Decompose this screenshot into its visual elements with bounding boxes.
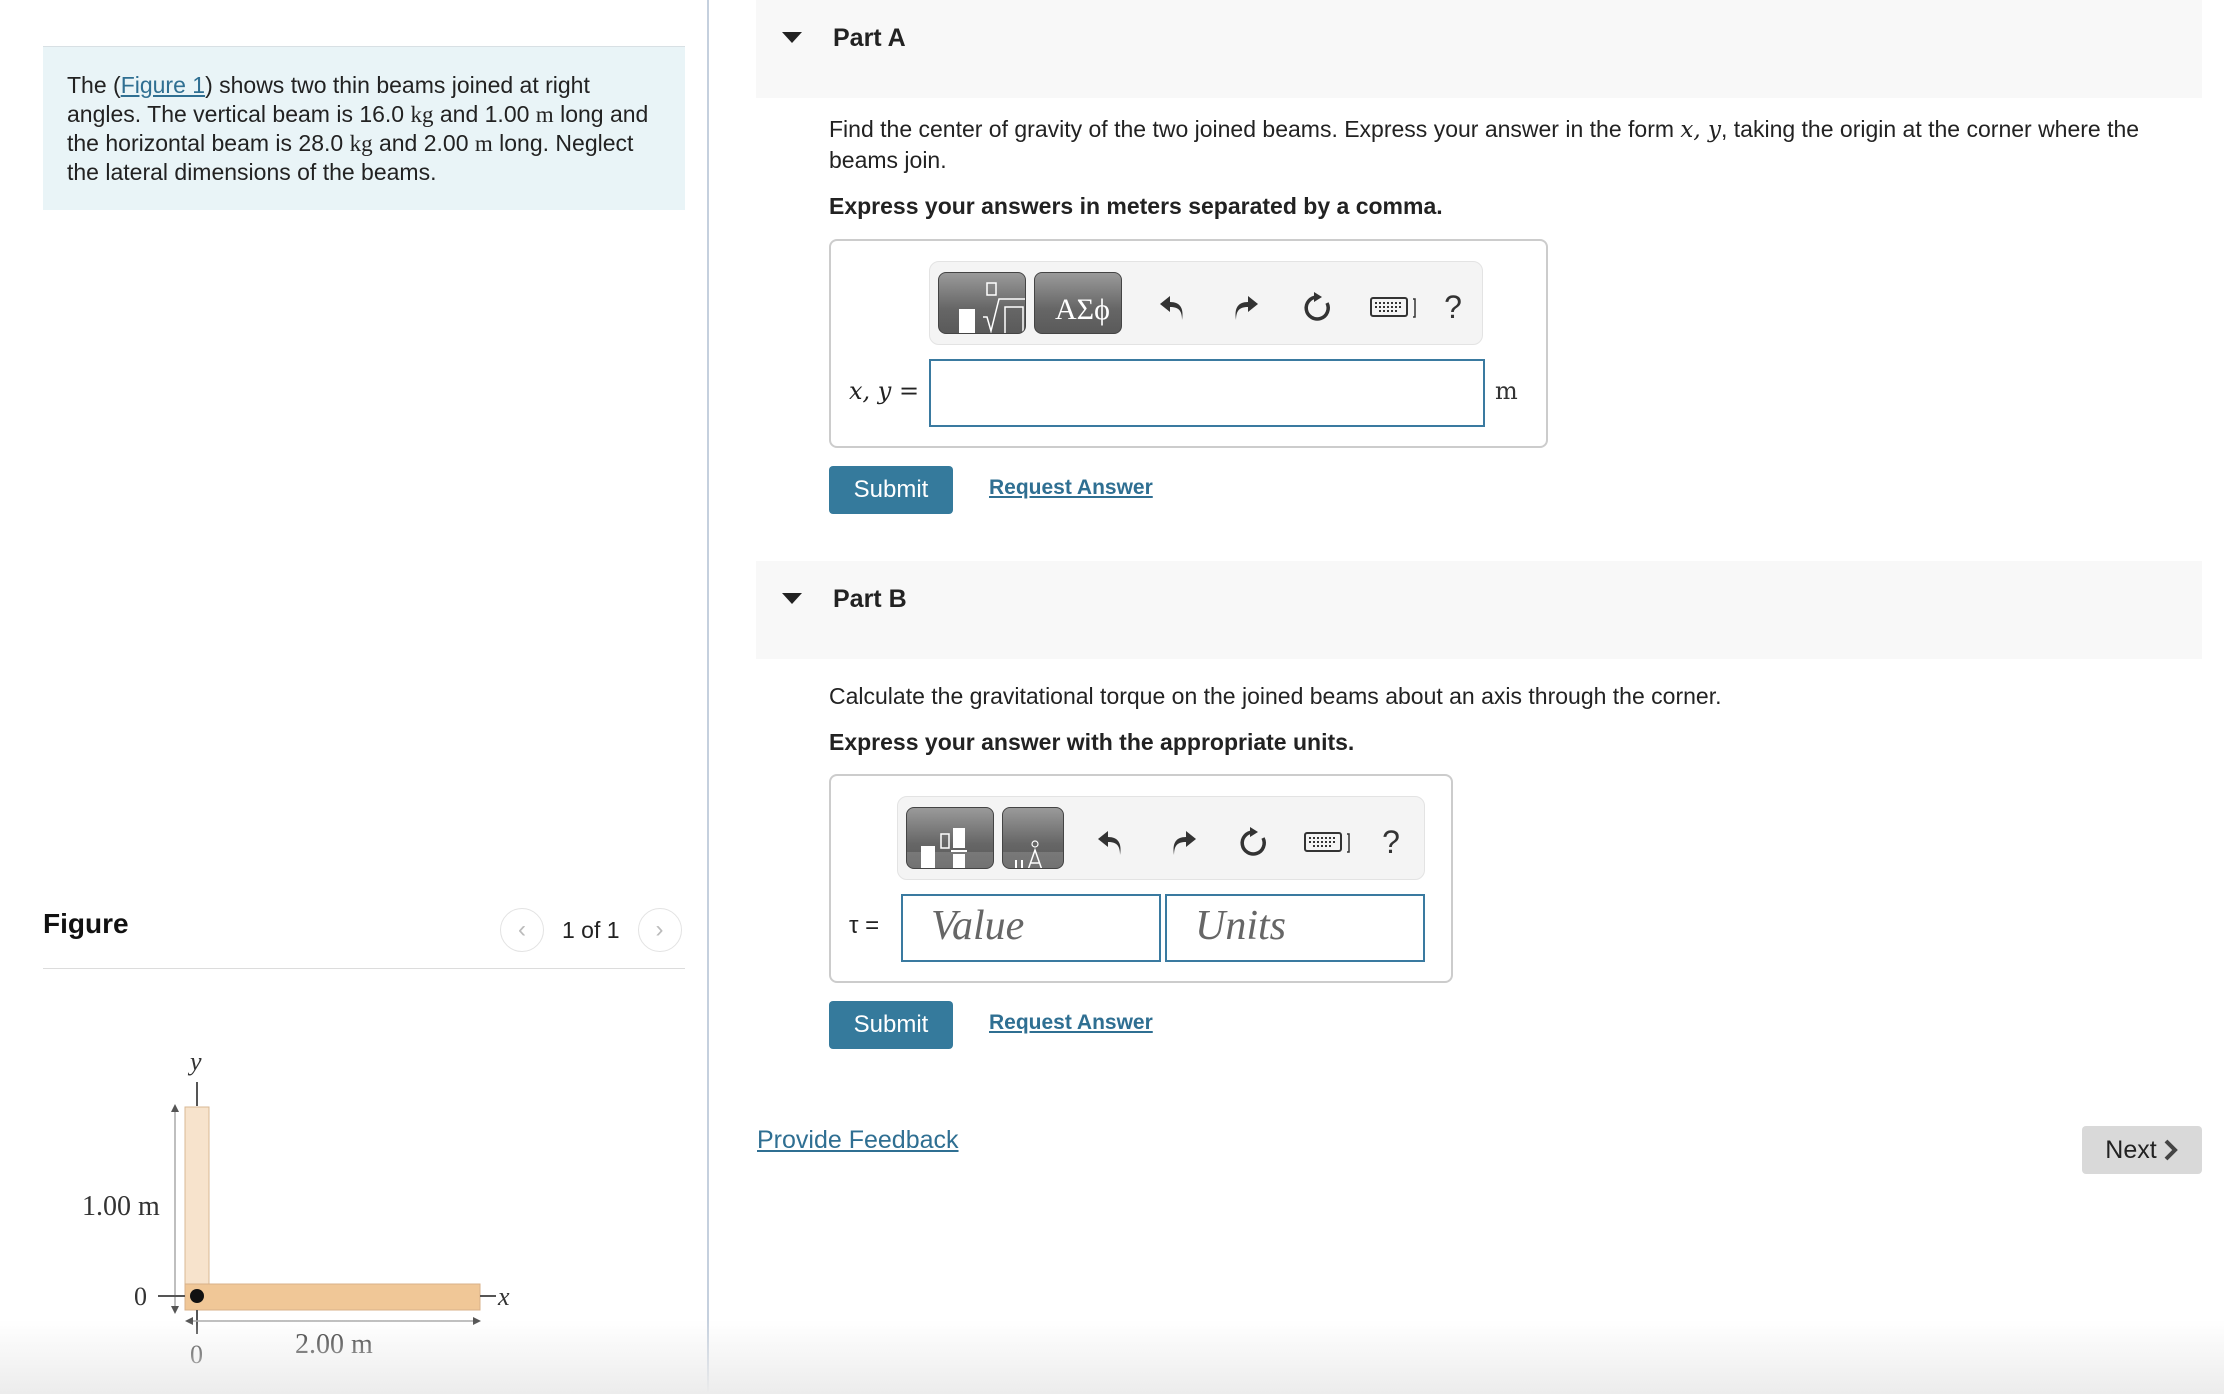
part-b-math-toolbar: ? (897, 796, 1425, 880)
collapse-triangle-icon (782, 593, 802, 604)
part-a-header[interactable]: Part A (756, 0, 2202, 98)
collapse-triangle-icon (782, 32, 802, 43)
reset-icon (1304, 292, 1330, 321)
equation-label: τ = (849, 912, 880, 939)
part-b-prompt: Calculate the gravitational torque on th… (829, 683, 1722, 709)
arrowhead (171, 1104, 179, 1112)
figure-prev-button[interactable]: ‹ (500, 908, 544, 952)
part-b-request-answer-link[interactable]: Request Answer (989, 1011, 1153, 1035)
chevron-left-icon: ‹ (518, 916, 526, 943)
intro-text: and 2.00 (372, 130, 475, 156)
redo-icon (1235, 296, 1258, 320)
unit-label: m (1495, 377, 1518, 405)
part-b-instruction: Express your answer with the appropriate… (829, 729, 1355, 755)
templates-fraction-icon (907, 828, 993, 868)
greek-symbols-button[interactable]: ΑΣϕ (1034, 272, 1122, 334)
undo-button[interactable] (1094, 825, 1128, 859)
part-a-answer-box: ΑΣϕ ? x, y = m (829, 239, 1548, 448)
x-origin-label: 0 (190, 1340, 203, 1369)
help-icon: ? (1444, 288, 1462, 325)
figure-divider (43, 968, 685, 969)
part-b-submit-button[interactable]: Submit (829, 1001, 953, 1049)
figure-pager: ‹ 1 of 1 › (500, 908, 682, 952)
units-angstrom-icon (1003, 840, 1063, 868)
unit-kg: kg (410, 102, 434, 127)
reset-button[interactable] (1236, 825, 1270, 859)
figure-link[interactable]: Figure 1 (121, 72, 205, 98)
y-axis-label: y (187, 1047, 202, 1076)
vertical-length-label: 1.00 m (82, 1191, 160, 1222)
arrowhead (171, 1306, 179, 1314)
panel-divider[interactable] (707, 0, 709, 1394)
unit-m: m (535, 102, 554, 127)
part-a-submit-button[interactable]: Submit (829, 466, 953, 514)
undo-icon (1160, 296, 1183, 320)
templates-button[interactable] (906, 807, 994, 869)
part-a-prompt: Find the center of gravity of the two jo… (829, 114, 2189, 175)
left-panel: The (Figure 1) shows two thin beams join… (0, 0, 708, 1394)
keyboard-icon (1304, 832, 1350, 853)
next-button[interactable]: Next (2082, 1126, 2202, 1174)
unit-kg: kg (349, 131, 373, 156)
part-b-answer-box: ? τ = Value Units (829, 774, 1453, 983)
part-a-math-toolbar: ΑΣϕ ? (929, 261, 1483, 345)
keyboard-icon (1370, 297, 1416, 318)
arrowhead (473, 1317, 481, 1325)
intro-text: The ( (67, 72, 121, 98)
redo-icon (1173, 831, 1196, 855)
beam-figure: y 1.00 m 0 x 0 2.00 m (82, 1047, 510, 1369)
y-origin-label: 0 (134, 1282, 147, 1311)
keyboard-button[interactable] (1304, 825, 1354, 859)
figure-title: Figure (43, 908, 129, 939)
problem-intro: The (Figure 1) shows two thin beams join… (43, 46, 685, 210)
redo-button[interactable] (1228, 290, 1262, 324)
part-b-header[interactable]: Part B (756, 561, 2202, 659)
equation-label: x, y = (849, 377, 920, 405)
prompt-math: x, y (1680, 117, 1721, 143)
reset-icon (1240, 827, 1266, 856)
undo-button[interactable] (1156, 290, 1190, 324)
torque-value-input[interactable]: Value (901, 894, 1161, 962)
figure-counter: 1 of 1 (562, 916, 620, 943)
redo-button[interactable] (1166, 825, 1200, 859)
units-button[interactable] (1002, 807, 1064, 869)
part-b-title: Part B (833, 585, 907, 613)
part-a-request-answer-link[interactable]: Request Answer (989, 476, 1153, 500)
horizontal-length-label: 2.00 m (295, 1329, 373, 1360)
provide-feedback-link[interactable]: Provide Feedback (757, 1126, 959, 1155)
part-a-title: Part A (833, 24, 906, 52)
value-placeholder: Value (931, 903, 1025, 949)
torque-units-input[interactable]: Units (1165, 894, 1425, 962)
help-button[interactable]: ? (1436, 288, 1470, 325)
chevron-right-icon: › (655, 916, 664, 943)
x-axis-label: x (497, 1282, 510, 1311)
unit-m: m (474, 131, 493, 156)
reset-button[interactable] (1300, 290, 1334, 324)
templates-button[interactable] (938, 272, 1026, 334)
help-icon: ? (1382, 823, 1400, 860)
templates-sqrt-icon (959, 282, 1025, 333)
figure-next-button[interactable]: › (637, 908, 682, 952)
prompt-text: Find the center of gravity of the two jo… (829, 116, 1681, 142)
help-button[interactable]: ? (1374, 823, 1408, 860)
arrowhead (185, 1317, 193, 1325)
units-placeholder: Units (1195, 903, 1287, 949)
next-label: Next (2105, 1135, 2157, 1164)
xy-answer-input[interactable] (929, 359, 1485, 427)
part-a-instruction: Express your answers in meters separated… (829, 193, 1443, 219)
intro-text: and 1.00 (433, 101, 536, 127)
corner-pivot (190, 1289, 204, 1303)
undo-icon (1098, 831, 1121, 855)
keyboard-button[interactable] (1370, 290, 1420, 324)
vertical-beam (184, 1106, 210, 1288)
chevron-right-icon (2164, 1139, 2178, 1161)
horizontal-beam (184, 1283, 481, 1311)
greek-label: ΑΣϕ (1055, 293, 1110, 326)
